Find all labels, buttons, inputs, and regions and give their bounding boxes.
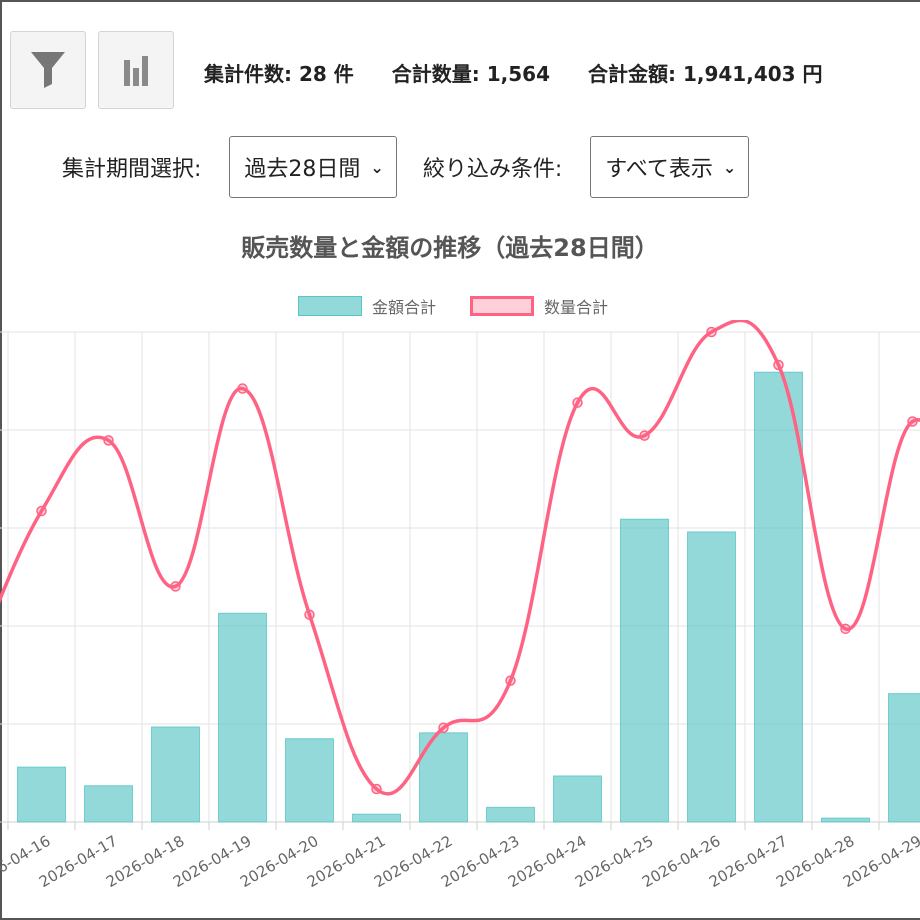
- stat-amount: 合計金額: 1,941,403 円: [588, 62, 823, 86]
- bar-amount: [687, 531, 736, 823]
- line-point-quantity: [639, 430, 650, 441]
- bar-chart-icon: [124, 56, 148, 86]
- line-point-quantity: [907, 416, 918, 427]
- line-point-quantity: [706, 326, 717, 338]
- stat-count: 集計件数: 28 件: [204, 62, 354, 86]
- bar-amount: [821, 817, 870, 823]
- line-point-quantity: [505, 675, 516, 686]
- line-point-quantity: [170, 581, 181, 592]
- bar-amount: [285, 738, 334, 823]
- bar-amount: [151, 726, 200, 823]
- chart-legend: 金額合計 数量合計: [298, 294, 608, 318]
- funnel-icon: [31, 52, 65, 88]
- filter-bar: 集計期間選択: 過去28日間 ⌄ 絞り込み条件: すべて表示 ⌄: [62, 136, 750, 198]
- summary-stats: 集計件数: 28 件 合計数量: 1,564 合計金額: 1,941,403 円: [204, 58, 823, 87]
- condition-select[interactable]: すべて表示 ⌄: [590, 136, 750, 198]
- legend-label-quantity: 数量合計: [544, 298, 609, 317]
- chart-toggle-button[interactable]: [98, 31, 174, 109]
- bar-amount: [754, 371, 803, 823]
- bar-amount: [486, 806, 535, 823]
- condition-label: 絞り込み条件:: [422, 157, 563, 182]
- bar-amount: [218, 612, 267, 823]
- line-point-quantity: [438, 722, 449, 734]
- chart-title: 販売数量と金額の推移（過去28日間）: [241, 234, 659, 262]
- period-label: 集計期間選択:: [62, 157, 202, 182]
- bar-amount: [553, 775, 602, 823]
- line-point-quantity: [237, 383, 248, 394]
- line-point-quantity: [773, 359, 784, 371]
- line-point-quantity: [572, 397, 583, 408]
- bar-amount: [17, 766, 66, 823]
- line-point-quantity: [840, 623, 851, 635]
- condition-select-value: すべて表示: [605, 157, 713, 182]
- period-select-value: 過去28日間: [244, 157, 361, 182]
- legend-swatch-quantity[interactable]: [470, 296, 535, 316]
- line-point-quantity: [304, 609, 315, 620]
- line-point-quantity: [371, 783, 382, 795]
- chevron-down-icon: ⌄: [370, 157, 384, 177]
- bar-amount: [620, 518, 669, 823]
- bar-amount: [888, 693, 920, 823]
- chart-canvas: 2026-04-162026-04-172026-04-182026-04-19…: [0, 320, 920, 891]
- legend-swatch-amount[interactable]: [298, 296, 362, 316]
- legend-label-amount: 金額合計: [372, 298, 437, 317]
- chevron-down-icon: ⌄: [722, 157, 737, 177]
- bar-amount: [352, 813, 401, 823]
- period-select[interactable]: 過去28日間 ⌄: [229, 136, 397, 198]
- line-point-quantity: [103, 435, 114, 446]
- bar-amount: [84, 785, 133, 823]
- filter-button[interactable]: [10, 31, 86, 109]
- stat-quantity: 合計数量: 1,564: [391, 62, 550, 86]
- line-point-quantity: [36, 505, 47, 517]
- toolbar: [10, 30, 186, 110]
